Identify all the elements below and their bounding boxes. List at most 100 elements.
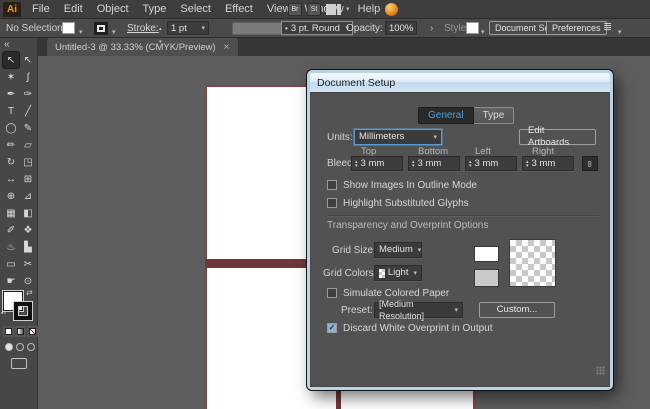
blend-tool[interactable]: ❖ bbox=[20, 222, 36, 238]
bleed-top-field[interactable]: ▴▾3 mm bbox=[351, 156, 403, 171]
stepper-icon[interactable]: ▴▾ bbox=[355, 160, 358, 168]
stepper-icon[interactable]: ▴▾ bbox=[469, 160, 472, 168]
eyedropper-tool[interactable]: ✐ bbox=[3, 222, 19, 238]
preset-dropdown[interactable]: [Medium Resolution] ▾ bbox=[374, 302, 463, 318]
stroke-color-swatch[interactable] bbox=[94, 22, 108, 35]
grid-preview-white-swatch bbox=[474, 246, 499, 262]
hand-tool[interactable]: ☛ bbox=[3, 273, 19, 289]
bleed-left-field[interactable]: ▴▾3 mm bbox=[465, 156, 517, 171]
chevron-right-icon[interactable]: › bbox=[430, 22, 433, 35]
menu-item-object[interactable]: Object bbox=[90, 3, 136, 15]
brush-definition-field[interactable]: • 3 pt. Round ▾ bbox=[281, 21, 353, 35]
preferences-button[interactable]: Preferences bbox=[546, 21, 607, 35]
perspective-grid-tool[interactable]: ⊿ bbox=[20, 188, 36, 204]
brushes-panel-button[interactable]: Br bbox=[288, 3, 302, 16]
menu-item-file[interactable]: File bbox=[25, 3, 57, 15]
highlight-glyphs-checkbox[interactable]: ✓ bbox=[327, 198, 337, 208]
bleed-bottom-field[interactable]: ▴▾3 mm bbox=[408, 156, 460, 171]
grid-size-label: Grid Size: bbox=[332, 245, 376, 257]
swap-fill-stroke-icon[interactable]: ⇄ bbox=[26, 288, 33, 297]
menu-item-help[interactable]: Help bbox=[351, 3, 388, 15]
custom-button[interactable]: Custom... bbox=[479, 302, 555, 318]
direct-selection-tool[interactable]: ↖ bbox=[20, 52, 36, 68]
paintbrush-tool[interactable]: ✎ bbox=[20, 120, 36, 136]
artboard-tool[interactable]: ▭ bbox=[3, 256, 19, 272]
grid-colors-swatch-icon bbox=[379, 269, 385, 278]
discard-overprint-checkbox[interactable]: ✓ bbox=[327, 323, 337, 333]
chevron-down-icon: ▾ bbox=[201, 25, 205, 32]
link-bleed-values-icon[interactable]: ∞ bbox=[582, 156, 598, 171]
menu-item-type[interactable]: Type bbox=[136, 3, 174, 15]
pencil-tool[interactable]: ✏ bbox=[3, 137, 19, 153]
chevron-down-icon[interactable]: ▾ bbox=[481, 26, 485, 39]
magic-wand-tool[interactable]: ✶ bbox=[3, 69, 19, 85]
lasso-tool[interactable]: ʃ bbox=[20, 69, 36, 85]
type-tool[interactable]: T bbox=[3, 103, 19, 119]
curvature-tool[interactable]: ✑ bbox=[20, 86, 36, 102]
eraser-tool[interactable]: ▱ bbox=[20, 137, 36, 153]
menu-item-effect[interactable]: Effect bbox=[218, 3, 260, 15]
opacity-label[interactable]: Opacity: bbox=[346, 22, 383, 35]
align-options-icon[interactable]: ≣ bbox=[603, 21, 612, 34]
units-dropdown[interactable]: Millimeters ▾ bbox=[354, 129, 442, 145]
chevron-down-icon[interactable]: ▾ bbox=[79, 26, 83, 39]
color-mode-button[interactable] bbox=[3, 326, 14, 337]
grid-size-dropdown[interactable]: Medium ▾ bbox=[374, 242, 422, 258]
stroke-label[interactable]: Stroke: bbox=[127, 22, 159, 35]
close-tab-icon[interactable]: × bbox=[224, 42, 230, 53]
mesh-tool[interactable]: ▦ bbox=[3, 205, 19, 221]
resize-grip[interactable] bbox=[596, 366, 605, 375]
fill-color-swatch[interactable] bbox=[62, 22, 75, 34]
draw-inside-button[interactable] bbox=[27, 343, 35, 351]
slice-tool[interactable]: ✂ bbox=[20, 256, 36, 272]
ellipse-tool[interactable]: ◯ bbox=[3, 120, 19, 136]
gradient-mode-button[interactable] bbox=[15, 326, 26, 337]
draw-normal-button[interactable] bbox=[5, 343, 13, 351]
default-fill-stroke-icon[interactable]: ▪▫ bbox=[1, 310, 6, 317]
chevron-down-icon[interactable]: ▾ bbox=[112, 26, 116, 39]
bleed-right-field[interactable]: ▴▾3 mm bbox=[522, 156, 574, 171]
stepper-icon[interactable]: ▴▾ bbox=[412, 160, 415, 168]
show-images-checkbox[interactable]: ✓ bbox=[327, 180, 337, 190]
workspace-switcher-icon[interactable] bbox=[326, 4, 341, 15]
free-transform-tool[interactable]: ⊞ bbox=[20, 171, 36, 187]
edit-artboards-button[interactable]: Edit Artboards bbox=[519, 129, 596, 145]
style-swatch[interactable] bbox=[466, 22, 479, 34]
document-tab[interactable]: Untitled-3 @ 33.33% (CMYK/Preview) × bbox=[47, 38, 238, 56]
grid-preview-checker-swatch bbox=[509, 239, 556, 287]
rotate-tool[interactable]: ↻ bbox=[3, 154, 19, 170]
column-graph-tool[interactable]: ▙ bbox=[20, 239, 36, 255]
menu-item-select[interactable]: Select bbox=[173, 3, 218, 15]
menu-item-edit[interactable]: Edit bbox=[57, 3, 90, 15]
pen-tool[interactable]: ✒ bbox=[3, 86, 19, 102]
none-mode-button[interactable] bbox=[27, 326, 38, 337]
line-segment-tool[interactable]: ╱ bbox=[20, 103, 36, 119]
screen-mode-button[interactable] bbox=[11, 358, 27, 369]
section-separator bbox=[327, 215, 599, 216]
units-label: Units: bbox=[327, 132, 353, 144]
simulate-paper-checkbox[interactable]: ✓ bbox=[327, 288, 337, 298]
stroke-weight-field[interactable]: 1 pt ▾ bbox=[167, 21, 209, 35]
cc-sync-icon[interactable] bbox=[385, 3, 398, 16]
draw-behind-button[interactable] bbox=[16, 343, 24, 351]
selection-tool[interactable]: ↖ bbox=[3, 52, 19, 68]
grid-colors-dropdown[interactable]: Light ▾ bbox=[374, 265, 422, 281]
symbol-sprayer-tool[interactable]: ♨ bbox=[3, 239, 19, 255]
chevron-down-icon[interactable]: ▾ bbox=[346, 6, 350, 13]
chevron-down-icon: ▾ bbox=[428, 134, 437, 141]
dialog-title-bar[interactable]: Document Setup bbox=[310, 73, 610, 92]
collapse-panel-icon[interactable]: « bbox=[4, 39, 10, 50]
chevron-down-icon[interactable]: ▾ bbox=[618, 26, 622, 39]
opacity-field[interactable]: 100% bbox=[385, 21, 417, 35]
stroke-weight-stepper[interactable]: ▴▾ bbox=[159, 23, 162, 49]
zoom-tool[interactable]: ⊙ bbox=[20, 273, 36, 289]
stepper-icon[interactable]: ▴▾ bbox=[526, 160, 529, 168]
scale-tool[interactable]: ◳ bbox=[20, 154, 36, 170]
gradient-tool[interactable]: ◧ bbox=[20, 205, 36, 221]
width-tool[interactable]: ↔ bbox=[3, 171, 19, 187]
stroke-proxy-swatch[interactable] bbox=[14, 302, 32, 320]
styles-panel-button[interactable]: St bbox=[307, 3, 321, 16]
tab-type[interactable]: Type bbox=[474, 107, 515, 124]
shape-builder-tool[interactable]: ⊕ bbox=[3, 188, 19, 204]
tab-general[interactable]: General bbox=[418, 107, 474, 124]
